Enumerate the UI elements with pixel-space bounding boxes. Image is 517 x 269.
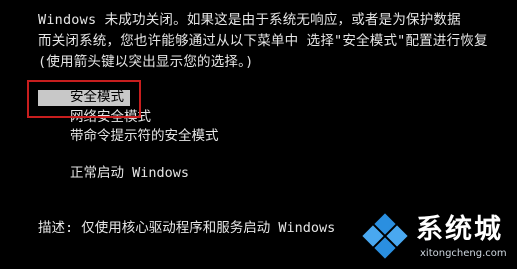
windows-diamond-logo-icon: [362, 213, 408, 259]
red-annotation-box: [27, 80, 141, 118]
watermark-title: 系统城: [416, 214, 503, 245]
menu-item-start-windows-normally[interactable]: 正常启动 Windows: [70, 164, 189, 182]
intro-line-3: (使用箭头键以突出显示您的选择。): [38, 54, 254, 70]
watermark: 系统城 xitongcheng.com: [360, 207, 517, 269]
menu-item-safe-mode-command-prompt[interactable]: 带命令提示符的安全模式: [70, 127, 219, 145]
description-text: 描述: 仅使用核心驱动程序和服务启动 Windows: [38, 220, 336, 236]
intro-line-2: 而关闭系统，您也许能够通过从以下菜单中 选择"安全模式"配置进行恢复: [38, 33, 488, 49]
watermark-url: xitongcheng.com: [420, 248, 507, 259]
intro-line-1: Windows 未成功关闭。如果这是由于系统无响应，或者是为保护数据: [38, 12, 461, 28]
boot-recovery-screen: Windows 未成功关闭。如果这是由于系统无响应，或者是为保护数据 而关闭系统…: [0, 0, 517, 269]
